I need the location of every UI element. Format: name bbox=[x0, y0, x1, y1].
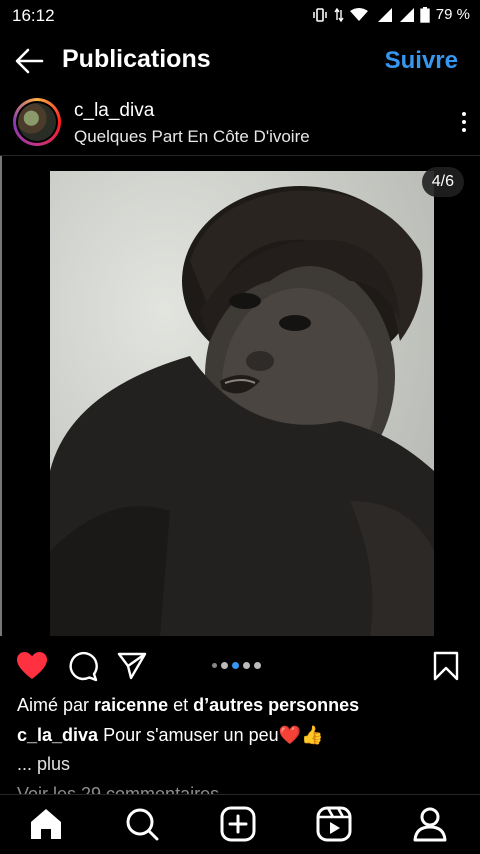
post-header: c_la_diva Quelques Part En Côte D'ivoire bbox=[0, 92, 480, 154]
signal-3g-icon bbox=[377, 7, 392, 22]
page-title: Publications bbox=[62, 45, 211, 73]
post-caption: c_la_diva Pour s'amuser un peu❤️👍 bbox=[17, 725, 323, 746]
likes-connector: et bbox=[173, 695, 189, 715]
post-media[interactable]: 4/6 bbox=[0, 156, 480, 636]
media-counter: 4/6 bbox=[421, 167, 464, 197]
carousel-dot bbox=[254, 662, 261, 669]
likes-prefix: Aimé par bbox=[17, 695, 90, 715]
signal-icon bbox=[399, 7, 414, 22]
status-bar: 16:12 79 % bbox=[0, 0, 480, 32]
likes-user[interactable]: raicenne bbox=[94, 695, 168, 715]
carousel-indicator bbox=[212, 662, 261, 669]
avatar-image bbox=[18, 103, 56, 141]
wifi-icon bbox=[349, 7, 368, 21]
caption-more-link[interactable]: ... plus bbox=[17, 754, 70, 775]
reels-icon[interactable] bbox=[315, 805, 353, 843]
carousel-dot bbox=[212, 663, 217, 668]
status-time: 16:12 bbox=[12, 6, 55, 25]
search-icon[interactable] bbox=[123, 805, 161, 843]
bookmark-icon[interactable] bbox=[430, 650, 462, 682]
likes-summary[interactable]: Aimé par raicenne et d’autres personnes bbox=[17, 695, 359, 716]
avatar[interactable] bbox=[13, 98, 61, 146]
status-icons: 79 % bbox=[312, 6, 470, 23]
carousel-dot bbox=[243, 662, 250, 669]
caption-text: Pour s'amuser un peu❤️👍 bbox=[103, 725, 324, 745]
media-edge bbox=[0, 156, 2, 636]
battery-icon bbox=[420, 6, 430, 23]
battery-level: 79 % bbox=[435, 6, 470, 23]
create-icon[interactable] bbox=[219, 805, 257, 843]
send-icon[interactable] bbox=[116, 650, 148, 682]
carousel-dot-active bbox=[232, 662, 239, 669]
post-actions bbox=[0, 646, 480, 686]
post-username[interactable]: c_la_diva bbox=[74, 100, 154, 122]
caption-username[interactable]: c_la_diva bbox=[17, 725, 98, 745]
back-arrow-icon[interactable] bbox=[14, 46, 46, 76]
heart-icon[interactable] bbox=[16, 650, 48, 682]
profile-icon[interactable] bbox=[411, 805, 449, 843]
post-location[interactable]: Quelques Part En Côte D'ivoire bbox=[74, 127, 310, 147]
vibrate-icon bbox=[313, 7, 327, 22]
app-header: Publications Suivre bbox=[0, 36, 480, 86]
post-photo bbox=[50, 171, 434, 636]
data-arrows-icon bbox=[334, 7, 344, 22]
likes-others[interactable]: d’autres personnes bbox=[193, 695, 359, 715]
view-comments-link[interactable]: Voir les 29 commentaires bbox=[17, 784, 219, 794]
carousel-dot bbox=[221, 662, 228, 669]
home-icon[interactable] bbox=[27, 805, 65, 843]
more-options-icon[interactable] bbox=[460, 112, 468, 134]
comment-icon[interactable] bbox=[66, 650, 98, 682]
follow-button[interactable]: Suivre bbox=[385, 47, 458, 75]
bottom-navigation bbox=[0, 794, 480, 854]
